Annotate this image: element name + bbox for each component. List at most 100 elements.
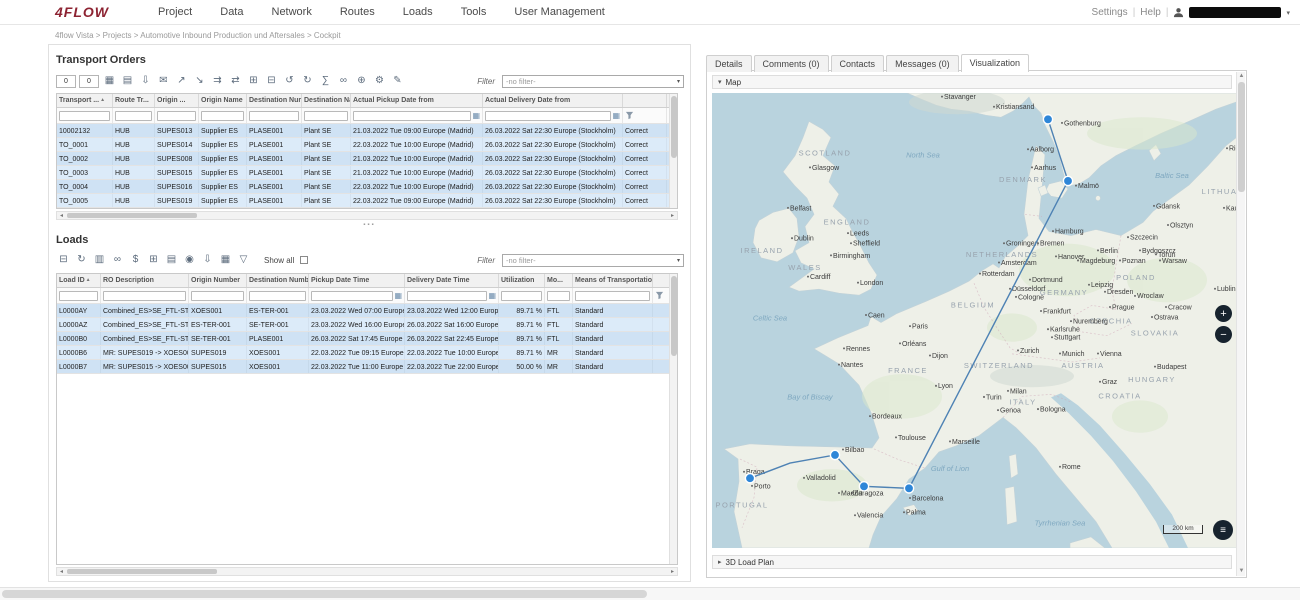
chevron-down-icon[interactable]: ▾ bbox=[1286, 9, 1290, 17]
load-col-header-6[interactable]: Utilization bbox=[499, 274, 545, 287]
tab-comments-0-[interactable]: Comments (0) bbox=[754, 55, 829, 72]
filter-dropdown[interactable]: -no filter-▾ bbox=[502, 75, 684, 88]
calendar-icon[interactable]: ▦ bbox=[612, 112, 620, 120]
load-row-3[interactable]: L0000B6MR: SUPES019 -> XOES001 ...SUPES0… bbox=[57, 346, 669, 360]
menu-tools[interactable]: Tools bbox=[447, 6, 501, 18]
menu-loads[interactable]: Loads bbox=[389, 6, 447, 18]
calendar-icon[interactable]: ▦ bbox=[488, 292, 496, 300]
load-col-header-8[interactable]: Means of Transportation bbox=[573, 274, 653, 287]
tab-visualization[interactable]: Visualization bbox=[961, 54, 1029, 72]
right-panel-vscrollbar[interactable]: ▲ ▼ bbox=[1236, 72, 1245, 576]
open-load-icon[interactable]: ▥ bbox=[92, 253, 107, 268]
load-row-2[interactable]: L0000B0Combined_ES>SE_FTL-STDSE-TER-001P… bbox=[57, 332, 669, 346]
menu-user-management[interactable]: User Management bbox=[500, 6, 619, 18]
load-row-1[interactable]: L0000AZCombined_ES>SE_FTL-STDES-TER-001S… bbox=[57, 318, 669, 332]
settings-icon[interactable]: ⚙ bbox=[372, 74, 387, 89]
table-icon[interactable]: ▦ bbox=[218, 253, 233, 268]
menu-project[interactable]: Project bbox=[144, 6, 206, 18]
transport-order-col-header-2[interactable]: Origin ... bbox=[155, 94, 199, 107]
loads-vscrollbar[interactable] bbox=[669, 274, 677, 564]
tab-messages-0-[interactable]: Messages (0) bbox=[886, 55, 959, 72]
scroll-down-arrow[interactable]: ▼ bbox=[1237, 567, 1246, 576]
scrollbar-thumb[interactable] bbox=[67, 569, 217, 574]
scrollbar-thumb[interactable] bbox=[1238, 82, 1245, 192]
assign-icon[interactable]: ⇉ bbox=[210, 74, 225, 89]
transport-order-col-header-7[interactable]: Actual Delivery Date from bbox=[483, 94, 623, 107]
load-filter-input-5[interactable] bbox=[407, 291, 487, 301]
location-marker-malm-[interactable] bbox=[1063, 176, 1072, 185]
calendar-icon[interactable]: ▦ bbox=[394, 292, 402, 300]
recalculate-icon[interactable]: ↻ bbox=[74, 253, 89, 268]
location-marker-barcelona[interactable] bbox=[904, 484, 913, 493]
load-col-header-3[interactable]: Destination Number bbox=[247, 274, 309, 287]
scroll-left-arrow[interactable]: ◂ bbox=[57, 568, 66, 575]
menu-network[interactable]: Network bbox=[258, 6, 326, 18]
load-plan-section-header[interactable]: ▸ 3D Load Plan bbox=[712, 555, 1232, 569]
tab-details[interactable]: Details bbox=[706, 55, 752, 72]
transport-order-row-3[interactable]: TO_0003HUBSUPES015Supplier ESPLASE001Pla… bbox=[57, 166, 669, 180]
transport-order-filter-input-1[interactable] bbox=[115, 111, 152, 121]
transport-order-row-2[interactable]: TO_0002HUBSUPES008Supplier ESPLASE001Pla… bbox=[57, 152, 669, 166]
europe-map[interactable]: North SeaBaltic SeaBay of BiscayCeltic S… bbox=[712, 93, 1239, 548]
load-filter-input-4[interactable] bbox=[311, 291, 393, 301]
settings-link[interactable]: Settings bbox=[1092, 7, 1128, 18]
order-count-stepper-0[interactable]: 0 bbox=[56, 75, 76, 88]
filter-funnel-icon[interactable] bbox=[655, 291, 664, 300]
calendar-icon[interactable]: ▦ bbox=[472, 112, 480, 120]
scrollbar-thumb[interactable] bbox=[671, 276, 677, 356]
panel-splitter-handle[interactable]: ▪▪▪ bbox=[49, 222, 690, 228]
map-container[interactable]: North SeaBaltic SeaBay of BiscayCeltic S… bbox=[712, 93, 1239, 548]
load-col-header-4[interactable]: Pickup Date Time bbox=[309, 274, 405, 287]
load-filter-input-0[interactable] bbox=[59, 291, 98, 301]
globe-icon[interactable]: ⊕ bbox=[354, 74, 369, 89]
costs-icon[interactable]: $ bbox=[128, 253, 143, 268]
load-row-0[interactable]: L0000AYCombined_ES>SE_FTL-STDXOES001ES-T… bbox=[57, 304, 669, 318]
create-order-icon[interactable]: ↗ bbox=[174, 74, 189, 89]
menu-data[interactable]: Data bbox=[206, 6, 257, 18]
transport-order-filter-input-4[interactable] bbox=[249, 111, 299, 121]
export-icon[interactable]: ⇩ bbox=[138, 74, 153, 89]
load-filter-input-6[interactable] bbox=[501, 291, 542, 301]
filter-dropdown[interactable]: -no filter-▾ bbox=[502, 254, 684, 267]
load-col-header-9[interactable] bbox=[653, 274, 669, 287]
location-marker-porto[interactable] bbox=[745, 474, 754, 483]
chart-icon[interactable]: ⊞ bbox=[146, 253, 161, 268]
menu-routes[interactable]: Routes bbox=[326, 6, 389, 18]
map-section-header[interactable]: ▾ Map bbox=[712, 75, 1232, 89]
transport-order-row-4[interactable]: TO_0004HUBSUPES016Supplier ESPLASE001Pla… bbox=[57, 180, 669, 194]
transport-order-filter-input-6[interactable] bbox=[353, 111, 471, 121]
load-row-4[interactable]: L0000B7MR: SUPES015 -> XOES001 ...SUPES0… bbox=[57, 360, 669, 374]
calculate-icon[interactable]: ∑ bbox=[318, 74, 333, 89]
export-icon[interactable]: ⇩ bbox=[200, 253, 215, 268]
filter-funnel-icon[interactable]: ▽ bbox=[236, 253, 251, 268]
transport-orders-hscrollbar[interactable]: ◂ ▸ bbox=[56, 211, 678, 220]
load-filter-input-3[interactable] bbox=[249, 291, 306, 301]
transport-order-col-header-8[interactable] bbox=[623, 94, 667, 107]
transport-order-row-0[interactable]: 10002132HUBSUPES013Supplier ESPLASE001Pl… bbox=[57, 124, 669, 138]
transport-order-filter-input-7[interactable] bbox=[485, 111, 611, 121]
scroll-up-arrow[interactable]: ▲ bbox=[1237, 72, 1246, 81]
layers-button[interactable]: ≡ bbox=[1213, 520, 1233, 540]
load-col-header-1[interactable]: RO Description bbox=[101, 274, 189, 287]
transport-order-col-header-5[interactable]: Destination Na... bbox=[302, 94, 351, 107]
link-icon[interactable]: ∞ bbox=[110, 253, 125, 268]
username-redacted[interactable] bbox=[1189, 7, 1281, 18]
transport-order-row-5[interactable]: TO_0005HUBSUPES019Supplier ESPLASE001Pla… bbox=[57, 194, 669, 208]
location-marker-zaragoza[interactable] bbox=[859, 482, 868, 491]
page-hscrollbar[interactable] bbox=[0, 587, 1300, 600]
transport-order-row-1[interactable]: TO_0001HUBSUPES014Supplier ESPLASE001Pla… bbox=[57, 138, 669, 152]
load-col-header-2[interactable]: Origin Number bbox=[189, 274, 247, 287]
grid-view-icon[interactable]: ▦ bbox=[102, 74, 117, 89]
transport-order-col-header-6[interactable]: Actual Pickup Date from bbox=[351, 94, 483, 107]
location-marker-bilbao[interactable] bbox=[830, 450, 839, 459]
transport-order-col-header-0[interactable]: Transport ...▲ bbox=[57, 94, 113, 107]
scrollbar-thumb[interactable] bbox=[2, 590, 647, 598]
load-col-header-7[interactable]: Mo... bbox=[545, 274, 573, 287]
merge-icon[interactable]: ⊞ bbox=[246, 74, 261, 89]
order-count-stepper-1[interactable]: 0 bbox=[79, 75, 99, 88]
scroll-right-arrow[interactable]: ▸ bbox=[668, 212, 677, 219]
scrollbar-thumb[interactable] bbox=[67, 213, 197, 218]
load-filter-input-2[interactable] bbox=[191, 291, 244, 301]
truck-icon[interactable]: ⊟ bbox=[56, 253, 71, 268]
redo-icon[interactable]: ↻ bbox=[300, 74, 315, 89]
